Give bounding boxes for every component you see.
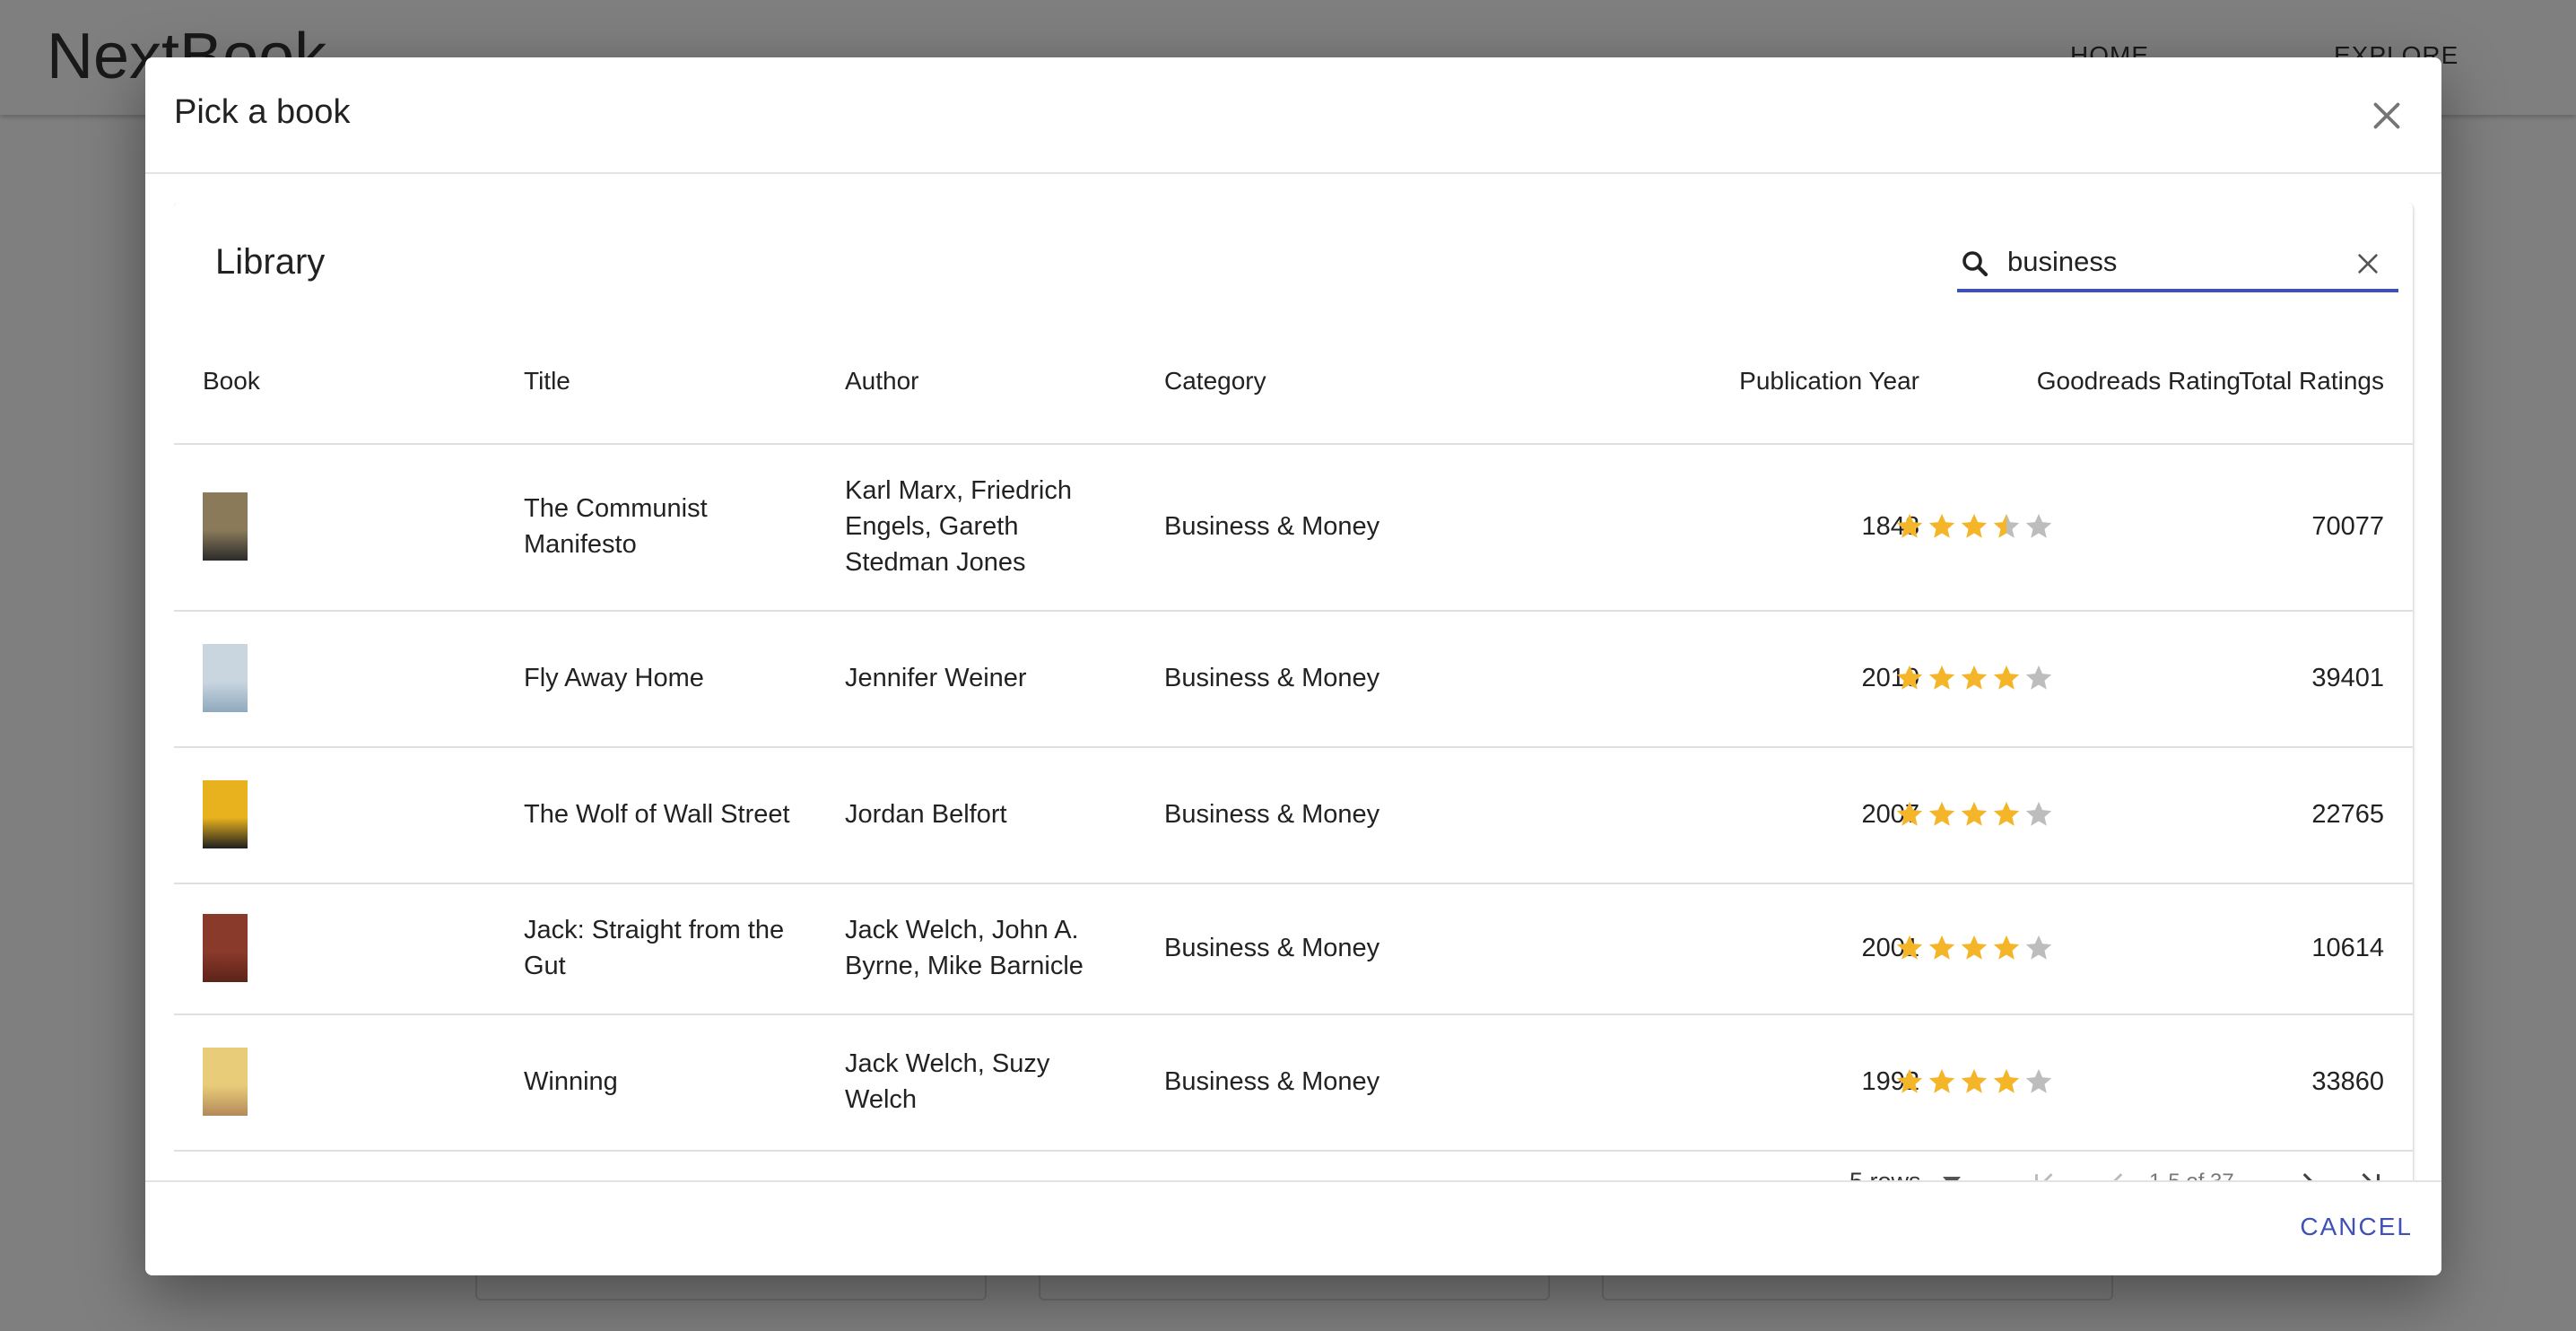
column-header-title[interactable]: Title <box>524 319 570 443</box>
column-header-author[interactable]: Author <box>845 319 919 443</box>
table-row[interactable]: The Communist Manifesto Karl Marx, Friedr… <box>174 443 2413 612</box>
column-header-publication-year[interactable]: Publication Year <box>1519 319 1919 443</box>
publication-year: 2007 <box>1861 800 1919 829</box>
star-icon <box>1961 801 1988 826</box>
total-ratings: 10614 <box>2311 934 2384 962</box>
column-header-book[interactable]: Book <box>203 319 260 443</box>
table-row[interactable]: Winning Jack Welch, Suzy Welch Business & … <box>174 1013 2413 1152</box>
book-author: Jack Welch, Suzy Welch <box>845 1049 1050 1114</box>
publication-year: 2010 <box>1861 664 1919 692</box>
star-rating <box>1894 610 2056 746</box>
publication-year: 2001 <box>1861 934 1919 962</box>
search-value[interactable]: business <box>2007 246 2117 278</box>
publication-year: 1848 <box>1861 512 1919 541</box>
library-table-card: Library business Book Title Author Categ… <box>174 203 2413 1234</box>
star-icon <box>2025 935 2052 960</box>
star-icon <box>2025 513 2052 538</box>
star-icon <box>1896 513 1923 538</box>
star-icon <box>1896 1068 1923 1093</box>
star-icon <box>1961 1068 1988 1093</box>
book-author: Jordan Belfort <box>845 800 1007 829</box>
pick-book-dialog: Pick a book Library business Book Title <box>145 57 2441 1275</box>
book-category: Business & Money <box>1164 800 1380 829</box>
book-author: Karl Marx, Friedrich Engels, Gareth Sted… <box>845 476 1072 577</box>
star-icon <box>1961 513 1988 538</box>
star-icon <box>1896 801 1923 826</box>
star-icon <box>1928 513 1955 538</box>
star-icon <box>2025 665 2052 690</box>
book-cover-image[interactable] <box>203 644 248 712</box>
star-icon <box>1961 935 1988 960</box>
star-rating <box>1894 1013 2056 1150</box>
star-rating <box>1894 883 2056 1013</box>
total-ratings: 70077 <box>2311 512 2384 541</box>
cancel-button[interactable]: CANCEL <box>2300 1213 2413 1241</box>
book-author: Jennifer Weiner <box>845 664 1027 692</box>
star-icon <box>1961 665 1988 690</box>
clear-search-icon[interactable] <box>2354 249 2382 278</box>
dialog-content[interactable]: Library business Book Title Author Categ… <box>174 203 2427 1234</box>
table-row[interactable]: The Wolf of Wall Street Jordan Belfort Bus… <box>174 746 2413 884</box>
book-title: The Communist Manifesto <box>524 494 708 559</box>
close-icon <box>2373 102 2400 129</box>
library-title: Library <box>215 242 326 282</box>
star-icon <box>1896 665 1923 690</box>
star-icon <box>1993 665 2020 690</box>
star-icon <box>2025 1068 2052 1093</box>
book-title: Fly Away Home <box>524 664 704 692</box>
star-icon <box>2025 801 2052 826</box>
star-icon <box>1896 935 1923 960</box>
book-category: Business & Money <box>1164 664 1380 692</box>
book-cover-image[interactable] <box>203 492 248 561</box>
book-category: Business & Money <box>1164 934 1380 962</box>
book-category: Business & Money <box>1164 512 1380 541</box>
table-header: Book Title Author Category Publication Y… <box>174 319 2413 445</box>
table-row[interactable]: Jack: Straight from the Gut Jack Welch, J… <box>174 883 2413 1015</box>
star-icon <box>1928 665 1955 690</box>
book-author: Jack Welch, John A. Byrne, Mike Barnicle <box>845 916 1083 980</box>
star-icon <box>1928 935 1955 960</box>
book-category: Business & Money <box>1164 1067 1380 1096</box>
star-icon <box>1993 513 2020 538</box>
book-cover-image[interactable] <box>203 780 248 848</box>
star-icon <box>1993 1068 2020 1093</box>
total-ratings: 33860 <box>2311 1067 2384 1096</box>
search-input[interactable]: business <box>1957 239 2398 292</box>
book-cover-image[interactable] <box>203 1048 248 1116</box>
column-header-total-ratings[interactable]: Total Ratings <box>2111 319 2384 443</box>
star-rating <box>1894 746 2056 883</box>
search-icon <box>1962 251 1989 277</box>
dialog-title: Pick a book <box>174 93 351 131</box>
close-dialog-button[interactable] <box>2364 93 2409 138</box>
book-title: The Wolf of Wall Street <box>524 800 790 829</box>
total-ratings: 22765 <box>2311 800 2384 829</box>
star-icon <box>1928 1068 1955 1093</box>
column-header-category[interactable]: Category <box>1164 319 1266 443</box>
book-title: Winning <box>524 1067 618 1096</box>
divider <box>145 172 2441 174</box>
star-icon <box>1993 801 2020 826</box>
dialog-actions: CANCEL <box>145 1182 2441 1275</box>
table-row[interactable]: Fly Away Home Jennifer Weiner Business & M… <box>174 610 2413 748</box>
total-ratings: 39401 <box>2311 664 2384 692</box>
publication-year: 1992 <box>1861 1067 1919 1096</box>
star-icon <box>1993 935 2020 960</box>
book-cover-image[interactable] <box>203 914 248 982</box>
star-icon <box>1928 801 1955 826</box>
star-rating <box>1894 443 2056 610</box>
book-title: Jack: Straight from the Gut <box>524 916 785 980</box>
